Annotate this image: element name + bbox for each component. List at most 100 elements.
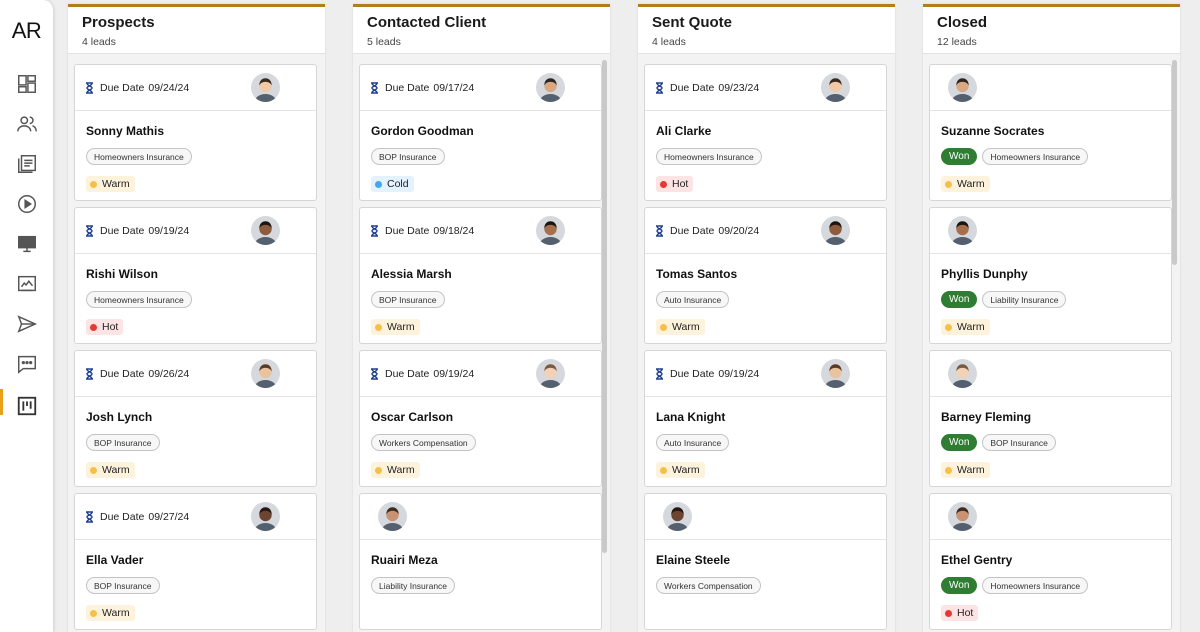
temperature-dot: [945, 180, 952, 188]
dashboard-icon: [17, 75, 36, 93]
sidebar: AR: [0, 0, 53, 632]
lead-card[interactable]: Due Date 09/27/24 Ella Vader BOP Insurance W…: [74, 493, 317, 630]
column-title: Prospects: [82, 14, 155, 31]
due-date-label: Due Date: [100, 225, 145, 237]
lead-name: Rishi Wilson: [86, 267, 158, 281]
nav-send[interactable]: [0, 309, 53, 339]
avatar: [948, 502, 977, 531]
column-title: Closed: [937, 14, 988, 31]
lead-name: Ruairi Meza: [371, 553, 438, 567]
temperature-tag: Warm: [941, 176, 990, 192]
due-date-value: 09/19/24: [718, 368, 760, 380]
lead-card[interactable]: Due Date 09/24/24 Sonny Mathis Homeowners I…: [74, 64, 317, 201]
temperature-dot: [660, 466, 667, 474]
temperature-tag: Warm: [941, 319, 990, 335]
avatar: [378, 502, 407, 531]
lead-name: Sonny Mathis: [86, 124, 165, 138]
card-header: Due Date 09/27/24: [75, 494, 316, 540]
lead-card[interactable]: Suzanne Socrates Won Homeowners Insurance W…: [929, 64, 1172, 201]
nav-play[interactable]: [0, 189, 53, 219]
temperature-label: Cold: [387, 178, 409, 190]
lead-card[interactable]: Due Date 09/20/24 Tomas Santos Auto Insuran…: [644, 207, 887, 344]
insurance-chip: Homeowners Insurance: [656, 148, 762, 165]
hourglass-icon: [371, 225, 378, 237]
card-tags: Homeowners Insurance: [86, 148, 192, 165]
lead-card[interactable]: Elaine Steele Workers Compensation: [644, 493, 887, 630]
won-badge: Won: [941, 434, 978, 451]
card-tags: BOP Insurance: [86, 434, 160, 451]
card-tags: Auto Insurance: [656, 291, 730, 308]
temperature-tag: Warm: [656, 319, 705, 335]
lead-card[interactable]: Due Date 09/23/24 Ali Clarke Homeowners Ins…: [644, 64, 887, 201]
card-tags: Liability Insurance: [371, 577, 456, 594]
lead-card[interactable]: Due Date 09/19/24 Oscar Carlson Workers Com…: [359, 350, 602, 487]
nav-contacts[interactable]: [0, 109, 53, 139]
lead-card[interactable]: Due Date 09/26/24 Josh Lynch BOP Insurance W…: [74, 350, 317, 487]
temperature-tag: Warm: [941, 462, 990, 478]
column-3: Closed 12 leads Suzanne Socrates Won Homeown…: [923, 4, 1180, 632]
column-2: Sent Quote 4 leads Due Date 09/23/24 Ali Cla…: [638, 4, 895, 632]
hourglass-icon: [371, 82, 378, 94]
column-lead-count: 4 leads: [82, 36, 116, 48]
lead-card[interactable]: Due Date 09/17/24 Gordon Goodman BOP Insura…: [359, 64, 602, 201]
temperature-label: Warm: [672, 321, 700, 333]
column-scrollbar[interactable]: [602, 60, 607, 553]
due-date-label: Due Date: [385, 82, 430, 94]
lead-name: Josh Lynch: [86, 410, 153, 424]
due-date: Due Date 09/19/24: [370, 368, 474, 380]
hourglass-icon: [656, 82, 663, 94]
due-date-label: Due Date: [100, 82, 145, 94]
due-date-label: Due Date: [100, 368, 145, 380]
card-header: [930, 351, 1171, 397]
avatar: [948, 359, 977, 388]
avatar: [948, 216, 977, 245]
card-header: Due Date 09/23/24: [645, 65, 886, 111]
insurance-chip: Homeowners Insurance: [982, 577, 1089, 594]
card-header: [360, 494, 601, 540]
nav-kanban[interactable]: [0, 391, 53, 421]
temperature-dot: [660, 180, 667, 188]
nav-dashboard[interactable]: [0, 69, 53, 99]
temperature-label: Hot: [957, 607, 974, 619]
column-header: Prospects 4 leads: [68, 7, 325, 54]
lead-card[interactable]: Due Date 09/19/24 Rishi Wilson Homeowners I…: [74, 207, 317, 344]
insurance-chip: Workers Compensation: [371, 434, 476, 451]
insurance-chip: Homeowners Insurance: [86, 291, 192, 308]
card-tags: BOP Insurance: [371, 291, 445, 308]
hourglass-icon: [86, 225, 93, 237]
avatar: [251, 73, 280, 102]
card-tags: Won Liability Insurance: [941, 291, 1067, 308]
column-scrollbar[interactable]: [1172, 60, 1177, 265]
temperature-dot: [90, 466, 97, 474]
due-date: Due Date 09/23/24: [655, 82, 759, 94]
avatar: [663, 502, 692, 531]
avatar: [821, 359, 850, 388]
due-date-value: 09/23/24: [718, 82, 760, 94]
temperature-dot: [660, 323, 667, 331]
nav-monitor[interactable]: [0, 229, 53, 259]
lead-card[interactable]: Due Date 09/18/24 Alessia Marsh BOP Insuran…: [359, 207, 602, 344]
lead-name: Tomas Santos: [656, 267, 738, 281]
temperature-tag: Warm: [371, 462, 420, 478]
card-tags: Homeowners Insurance: [656, 148, 762, 165]
lead-card[interactable]: Due Date 09/19/24 Lana Knight Auto Insuranc…: [644, 350, 887, 487]
nav-documents[interactable]: [0, 149, 53, 179]
temperature-label: Warm: [957, 178, 985, 190]
insurance-chip: Liability Insurance: [371, 577, 456, 594]
lead-card[interactable]: Barney Fleming Won BOP Insurance Warm: [929, 350, 1172, 487]
documents-icon: [17, 155, 36, 173]
card-tags: Auto Insurance: [656, 434, 730, 451]
lead-name: Alessia Marsh: [371, 267, 452, 281]
lead-card[interactable]: Ethel Gentry Won Homeowners Insurance Hot: [929, 493, 1172, 630]
nav-signature[interactable]: [0, 269, 53, 299]
due-date-label: Due Date: [100, 511, 145, 523]
avatar: [251, 502, 280, 531]
temperature-label: Warm: [672, 464, 700, 476]
lead-card[interactable]: Ruairi Meza Liability Insurance: [359, 493, 602, 630]
won-badge: Won: [941, 148, 978, 165]
hourglass-icon: [656, 368, 663, 380]
lead-card[interactable]: Phyllis Dunphy Won Liability Insurance Warm: [929, 207, 1172, 344]
nav-chat[interactable]: [0, 349, 53, 379]
due-date-value: 09/19/24: [433, 368, 475, 380]
due-date-label: Due Date: [670, 368, 715, 380]
